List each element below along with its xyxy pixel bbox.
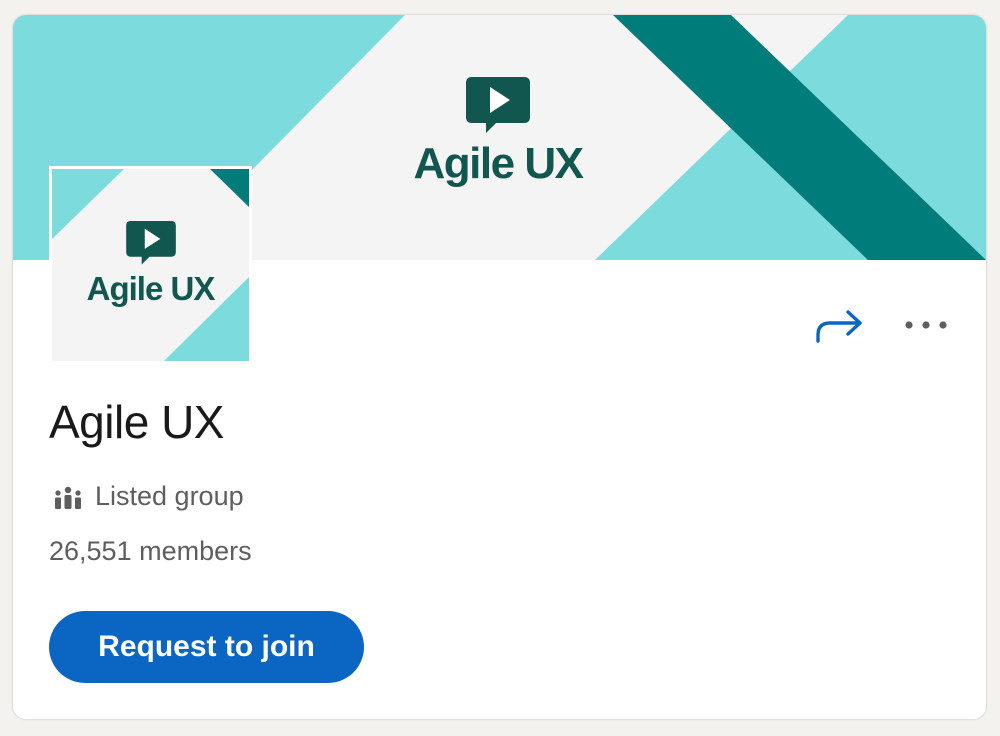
play-speech-bubble-icon xyxy=(466,77,530,133)
share-button[interactable] xyxy=(814,305,866,350)
privacy-label: Listed group xyxy=(95,481,244,511)
banner-logo: Agile UX xyxy=(393,77,603,197)
avatar-logo-text: Agile UX xyxy=(86,270,216,307)
more-options-button[interactable] xyxy=(902,317,950,338)
play-speech-bubble-icon xyxy=(125,221,176,265)
group-people-icon xyxy=(55,486,81,509)
group-name: Agile UX xyxy=(49,396,224,448)
group-card: Agile UX Agile UX Agile UX Listed group … xyxy=(12,14,987,720)
share-arrow-icon xyxy=(816,310,862,343)
request-to-join-button[interactable]: Request to join xyxy=(49,611,364,683)
more-dots-icon xyxy=(905,321,947,329)
group-logo[interactable]: Agile UX xyxy=(49,166,252,364)
card-actions xyxy=(814,305,950,350)
member-count: 26,551 members xyxy=(49,536,252,566)
group-privacy: Listed group xyxy=(53,481,244,512)
banner-logo-text: Agile UX xyxy=(413,139,584,188)
